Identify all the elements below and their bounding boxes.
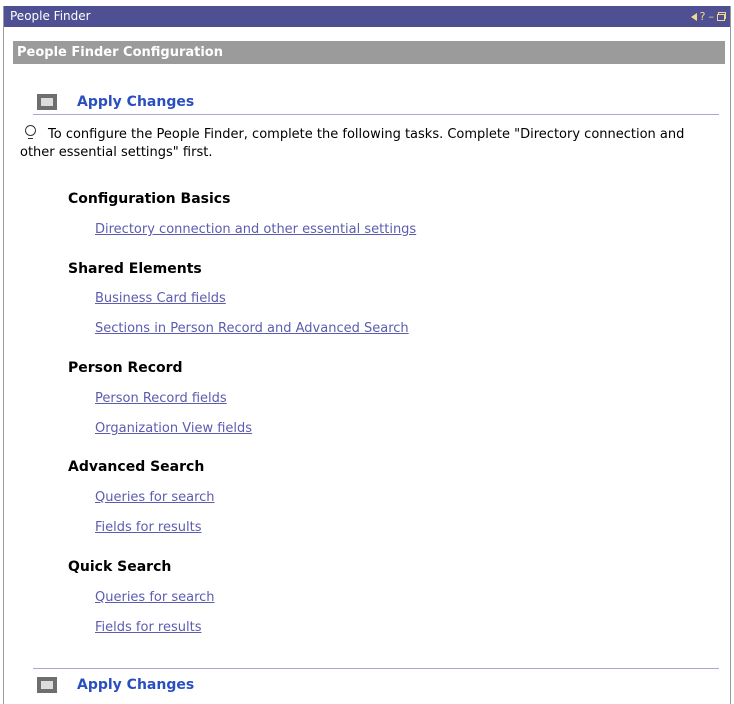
apply-changes-icon[interactable] [37, 677, 57, 693]
minimize-icon[interactable]: – [709, 6, 715, 27]
group-heading-person-record: Person Record [68, 360, 183, 376]
intro-text: To configure the People Finder, complete… [20, 127, 685, 160]
apply-changes-button[interactable]: Apply Changes [77, 677, 194, 693]
group-heading-shared-elements: Shared Elements [68, 261, 202, 277]
section-header: People Finder Configuration [13, 41, 725, 64]
window-title: People Finder [10, 9, 91, 23]
link-organization-view-fields[interactable]: Organization View fields [95, 421, 252, 436]
intro-text-block: To configure the People Finder, complete… [20, 125, 710, 162]
link-person-record-fields[interactable]: Person Record fields [95, 391, 227, 406]
link-sections-person-record[interactable]: Sections in Person Record and Advanced S… [95, 321, 409, 336]
group-heading-quick-search: Quick Search [68, 559, 172, 575]
link-directory-connection[interactable]: Directory connection and other essential… [95, 222, 416, 237]
group-heading-configuration-basics: Configuration Basics [68, 191, 231, 207]
link-quick-queries-for-search[interactable]: Queries for search [95, 590, 215, 605]
link-advanced-queries-for-search[interactable]: Queries for search [95, 490, 215, 505]
apply-changes-icon[interactable] [37, 94, 57, 110]
window-titlebar: People Finder ? – [4, 6, 730, 27]
lightbulb-icon [25, 125, 36, 139]
link-business-card-fields[interactable]: Business Card fields [95, 291, 226, 306]
help-icon[interactable]: ? [700, 6, 706, 27]
window-controls: ? – [690, 6, 726, 27]
apply-changes-bar-top: Apply Changes [33, 90, 719, 115]
link-quick-fields-for-results[interactable]: Fields for results [95, 620, 201, 635]
group-heading-advanced-search: Advanced Search [68, 459, 205, 475]
link-advanced-fields-for-results[interactable]: Fields for results [95, 520, 201, 535]
back-arrow-icon[interactable] [690, 12, 697, 21]
apply-changes-button[interactable]: Apply Changes [77, 94, 194, 110]
apply-changes-bar-bottom: Apply Changes [33, 668, 719, 701]
restore-icon[interactable] [717, 12, 726, 21]
